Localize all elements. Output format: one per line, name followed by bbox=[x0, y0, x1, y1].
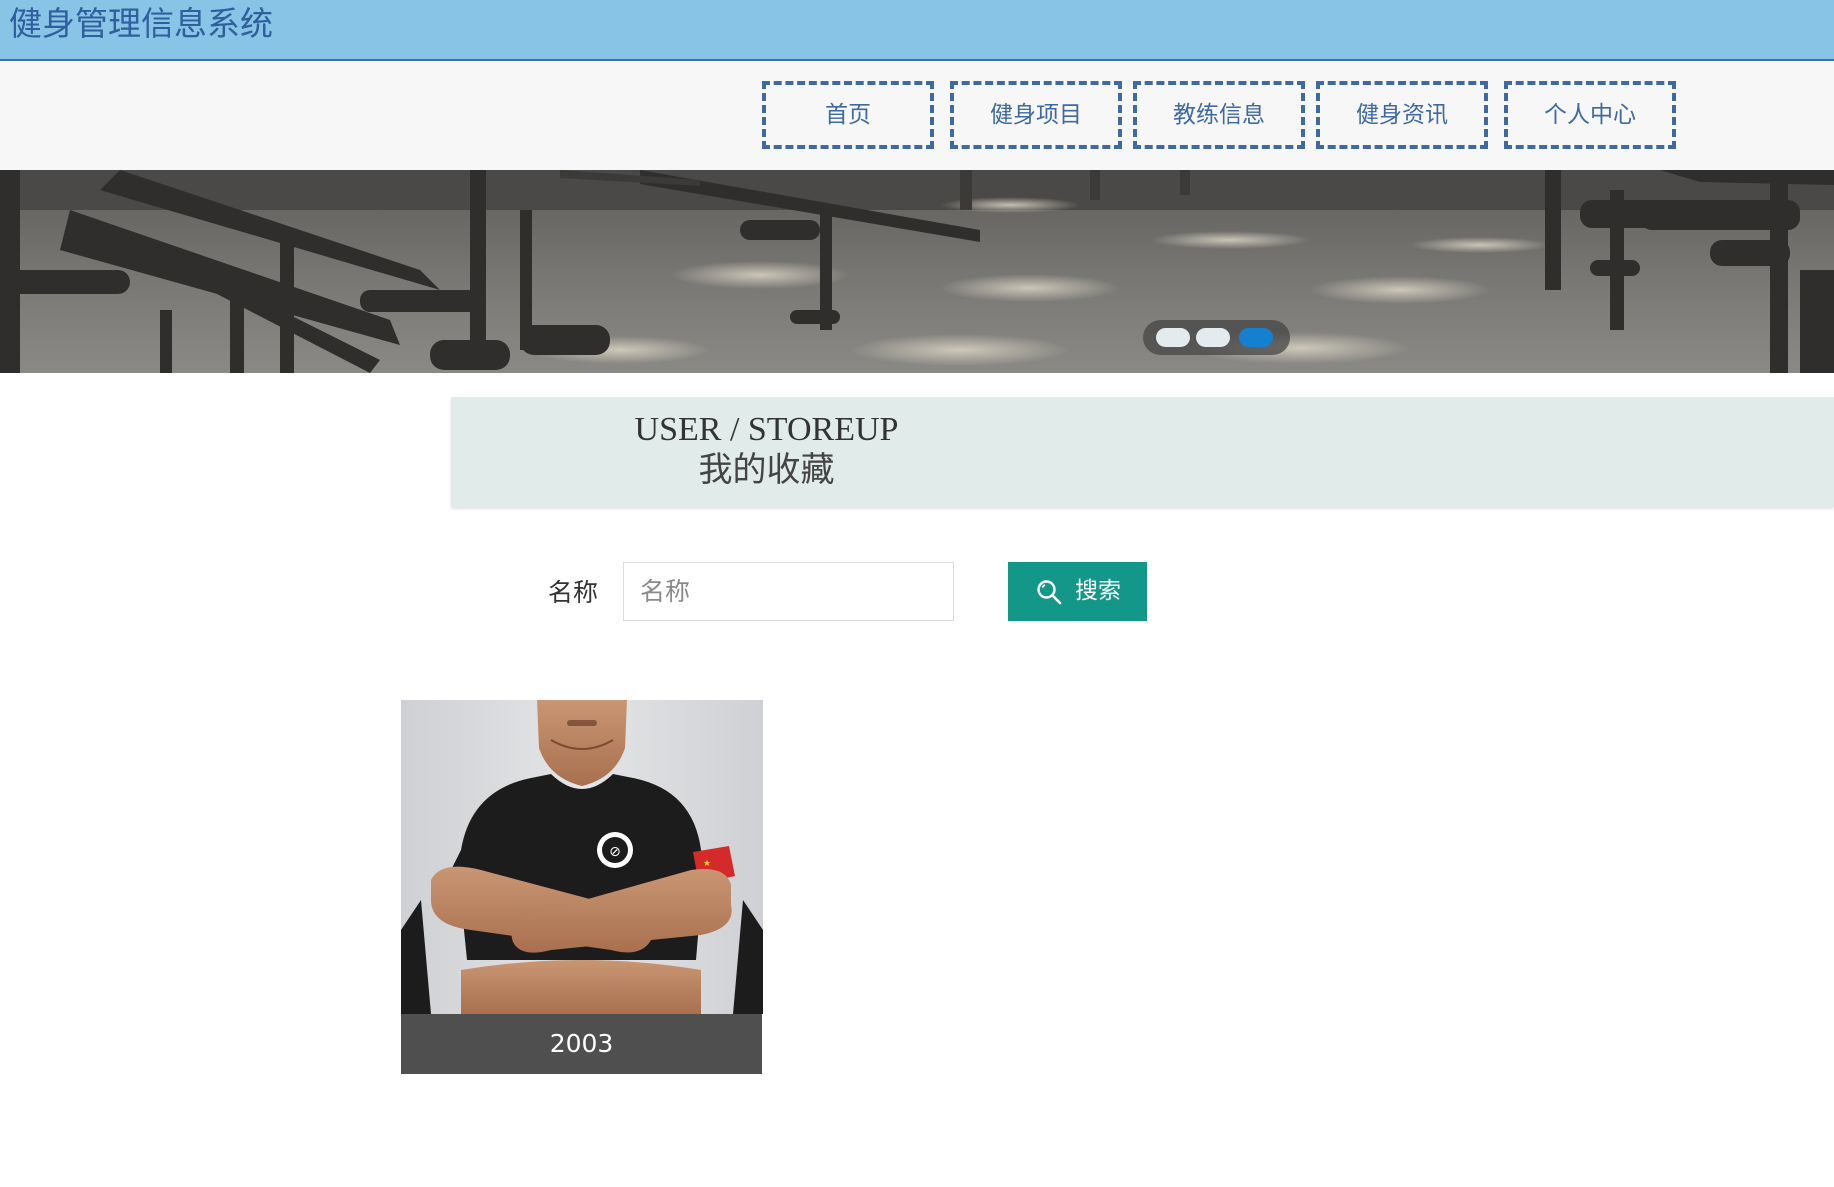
nav-bar: 首页 健身项目 教练信息 健身资讯 个人中心 bbox=[0, 61, 1834, 170]
banner-carousel[interactable] bbox=[0, 170, 1834, 373]
favorite-card[interactable]: ⊘ ★ 2003 bbox=[401, 700, 763, 1074]
section-heading: USER / STOREUP 我的收藏 bbox=[451, 397, 1834, 507]
svg-text:★: ★ bbox=[703, 859, 711, 869]
carousel-dot-2[interactable] bbox=[1196, 328, 1230, 347]
nav-item-coach-info[interactable]: 教练信息 bbox=[1133, 81, 1305, 149]
heading-chinese: 我的收藏 bbox=[698, 450, 835, 490]
nav-item-fitness-news[interactable]: 健身资讯 bbox=[1316, 81, 1488, 149]
carousel-dot-1[interactable] bbox=[1156, 328, 1190, 347]
gym-banner-image bbox=[0, 170, 1834, 373]
search-label: 名称 bbox=[548, 578, 599, 607]
carousel-indicators bbox=[1143, 320, 1290, 355]
search-icon bbox=[1036, 579, 1062, 611]
search-button-label: 搜索 bbox=[1075, 578, 1121, 604]
coach-photo: ⊘ ★ bbox=[401, 700, 763, 1014]
search-input[interactable] bbox=[623, 562, 954, 621]
svg-text:⊘: ⊘ bbox=[609, 844, 621, 860]
site-title: 健身管理信息系统 bbox=[9, 4, 273, 43]
card-caption: 2003 bbox=[401, 1014, 762, 1074]
nav-item-home[interactable]: 首页 bbox=[762, 81, 934, 149]
title-bar: 健身管理信息系统 bbox=[0, 0, 1834, 61]
nav-item-fitness-projects[interactable]: 健身项目 bbox=[950, 81, 1122, 149]
carousel-dot-3[interactable] bbox=[1239, 328, 1273, 347]
search-button[interactable]: 搜索 bbox=[1008, 562, 1147, 621]
nav-item-personal-center[interactable]: 个人中心 bbox=[1504, 81, 1676, 149]
heading-english: USER / STOREUP bbox=[634, 411, 899, 448]
